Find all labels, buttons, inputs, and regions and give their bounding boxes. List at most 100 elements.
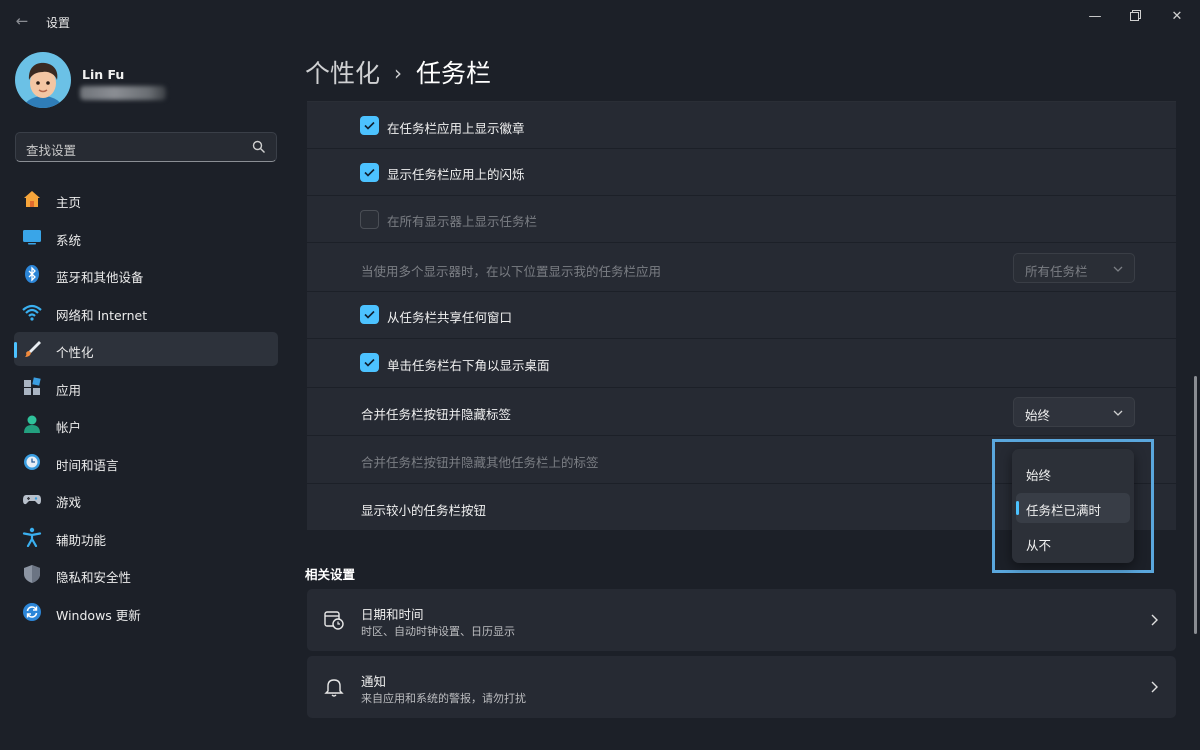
dropdown-value: 始终: [1025, 408, 1051, 423]
checkmark-icon: [364, 121, 375, 130]
sidebar-item-label: 个性化: [56, 345, 94, 360]
sidebar-item-label: 游戏: [56, 495, 82, 510]
sidebar-item-apps[interactable]: 应用: [14, 370, 278, 404]
wifi-icon: [22, 304, 42, 321]
chevron-right-icon: [1151, 614, 1158, 626]
search-input[interactable]: 查找设置: [15, 132, 277, 162]
setting-label: 显示较小的任务栏按钮: [361, 503, 487, 518]
option-label: 任务栏已满时: [1026, 503, 1102, 518]
sidebar-item-gaming[interactable]: 游戏: [14, 482, 278, 516]
related-settings-title: 相关设置: [305, 567, 356, 582]
avatar[interactable]: [15, 52, 71, 108]
related-date-time-card[interactable]: 日期和时间 时区、自动时钟设置、日历显示: [307, 589, 1176, 651]
bluetooth-icon: [25, 265, 39, 283]
page-title: 任务栏: [416, 59, 492, 88]
title-bar: ← 设置 — ✕: [0, 0, 1200, 44]
apps-icon: [24, 376, 41, 395]
dropdown-option-when-full[interactable]: 任务栏已满时: [1016, 493, 1130, 523]
home-icon: [24, 191, 40, 207]
sidebar-item-accounts[interactable]: 帐户: [14, 407, 278, 441]
card-title: 日期和时间: [361, 607, 424, 622]
calendar-clock-icon: [324, 611, 344, 630]
sidebar-item-personalization[interactable]: 个性化: [14, 332, 278, 366]
multi-display-dropdown[interactable]: 所有任务栏: [1013, 253, 1135, 283]
brush-icon: [25, 341, 41, 357]
checkmark-icon: [364, 310, 375, 319]
dropdown-menu: 始终 任务栏已满时 从不: [1012, 449, 1134, 563]
setting-label: 在任务栏应用上显示徽章: [387, 121, 525, 136]
sidebar-item-network[interactable]: 网络和 Internet: [14, 295, 278, 329]
share-window-checkbox[interactable]: [360, 305, 379, 324]
show-badges-checkbox[interactable]: [360, 116, 379, 135]
sidebar-item-label: 帐户: [56, 420, 82, 435]
setting-label: 在所有显示器上显示任务栏: [387, 214, 538, 229]
app-title: 设置: [46, 16, 71, 30]
chevron-right-icon: [1151, 681, 1158, 693]
account-icon: [24, 415, 40, 433]
breadcrumb: 个性化 › 任务栏: [305, 54, 491, 90]
sidebar-item-label: 辅助功能: [56, 532, 107, 548]
sidebar-item-time-language[interactable]: 时间和语言: [14, 445, 278, 479]
chevron-down-icon: [1113, 266, 1123, 272]
setting-label: 从任务栏共享任何窗口: [387, 310, 513, 325]
search-icon: [252, 140, 265, 153]
dropdown-option-never[interactable]: 从不: [1016, 528, 1130, 558]
sidebar-item-accessibility[interactable]: 辅助功能: [14, 520, 278, 554]
card-subtitle: 时区、自动时钟设置、日历显示: [361, 625, 515, 638]
sidebar-item-bluetooth[interactable]: 蓝牙和其他设备: [14, 257, 278, 291]
time-language-icon: [24, 453, 40, 470]
bell-icon: [324, 679, 344, 697]
sidebar-item-privacy[interactable]: 隐私和安全性: [14, 557, 278, 591]
setting-label: 单击任务栏右下角以显示桌面: [387, 358, 550, 373]
setting-label: 合并任务栏按钮并隐藏其他任务栏上的标签: [361, 455, 599, 470]
setting-row-show-flashing: 显示任务栏应用上的闪烁: [307, 149, 1176, 196]
close-icon[interactable]: ✕: [1154, 4, 1200, 30]
related-notifications-card[interactable]: 通知 来自应用和系统的警报，请勿打扰: [307, 656, 1176, 718]
sidebar-item-system[interactable]: 系统: [14, 220, 278, 254]
sidebar-item-label: 时间和语言: [56, 457, 119, 473]
breadcrumb-parent[interactable]: 个性化: [305, 59, 380, 88]
sidebar-item-label: Windows 更新: [56, 607, 141, 623]
back-arrow-icon[interactable]: ←: [12, 11, 32, 31]
combine-buttons-dropdown[interactable]: 始终: [1013, 397, 1135, 427]
user-name: Lin Fu: [82, 67, 125, 82]
card-subtitle: 来自应用和系统的警报，请勿打扰: [361, 692, 526, 705]
sidebar-nav: 主页 系统 蓝牙和其他设备 网络和 Internet 个性化 应用 帐户 时间和…: [14, 182, 278, 632]
show-desktop-checkbox[interactable]: [360, 353, 379, 372]
accessibility-icon: [22, 527, 42, 547]
restore-icon[interactable]: [1112, 4, 1158, 30]
setting-label: 合并任务栏按钮并隐藏标签: [361, 407, 512, 422]
setting-row-multi-display: 当使用多个显示器时，在以下位置显示我的任务栏应用 所有任务栏: [307, 243, 1176, 292]
setting-label: 显示任务栏应用上的闪烁: [387, 167, 525, 182]
sidebar-item-label: 隐私和安全性: [56, 570, 132, 585]
update-icon: [23, 602, 41, 621]
sidebar-item-label: 蓝牙和其他设备: [56, 270, 144, 285]
search-placeholder: 查找设置: [26, 143, 77, 158]
option-label: 从不: [1026, 538, 1052, 553]
system-icon: [23, 229, 41, 244]
option-label: 始终: [1026, 468, 1052, 483]
setting-row-all-displays: 在所有显示器上显示任务栏: [307, 196, 1176, 243]
sidebar-item-home[interactable]: 主页: [14, 182, 278, 216]
setting-row-show-badges: 在任务栏应用上显示徽章: [307, 101, 1176, 149]
scrollbar[interactable]: [1194, 376, 1197, 634]
breadcrumb-separator: ›: [394, 61, 403, 85]
dropdown-value: 所有任务栏: [1025, 264, 1088, 279]
show-flashing-checkbox[interactable]: [360, 163, 379, 182]
sidebar-item-label: 主页: [56, 195, 82, 210]
chevron-down-icon: [1113, 410, 1123, 416]
sidebar-item-windows-update[interactable]: Windows 更新: [14, 595, 278, 629]
sidebar-item-label: 应用: [56, 382, 82, 398]
checkmark-icon: [364, 168, 375, 177]
setting-row-show-desktop: 单击任务栏右下角以显示桌面: [307, 339, 1176, 388]
shield-icon: [24, 565, 40, 583]
setting-label: 当使用多个显示器时，在以下位置显示我的任务栏应用: [361, 264, 662, 279]
all-displays-checkbox[interactable]: [360, 210, 379, 229]
card-title: 通知: [361, 674, 387, 689]
sidebar-item-label: 网络和 Internet: [56, 307, 148, 323]
setting-row-combine-buttons: 合并任务栏按钮并隐藏标签 始终: [307, 388, 1176, 436]
setting-row-share-window: 从任务栏共享任何窗口: [307, 292, 1176, 339]
sidebar-item-label: 系统: [56, 232, 82, 248]
dropdown-option-always[interactable]: 始终: [1016, 458, 1130, 488]
user-email-redacted: [80, 86, 166, 100]
